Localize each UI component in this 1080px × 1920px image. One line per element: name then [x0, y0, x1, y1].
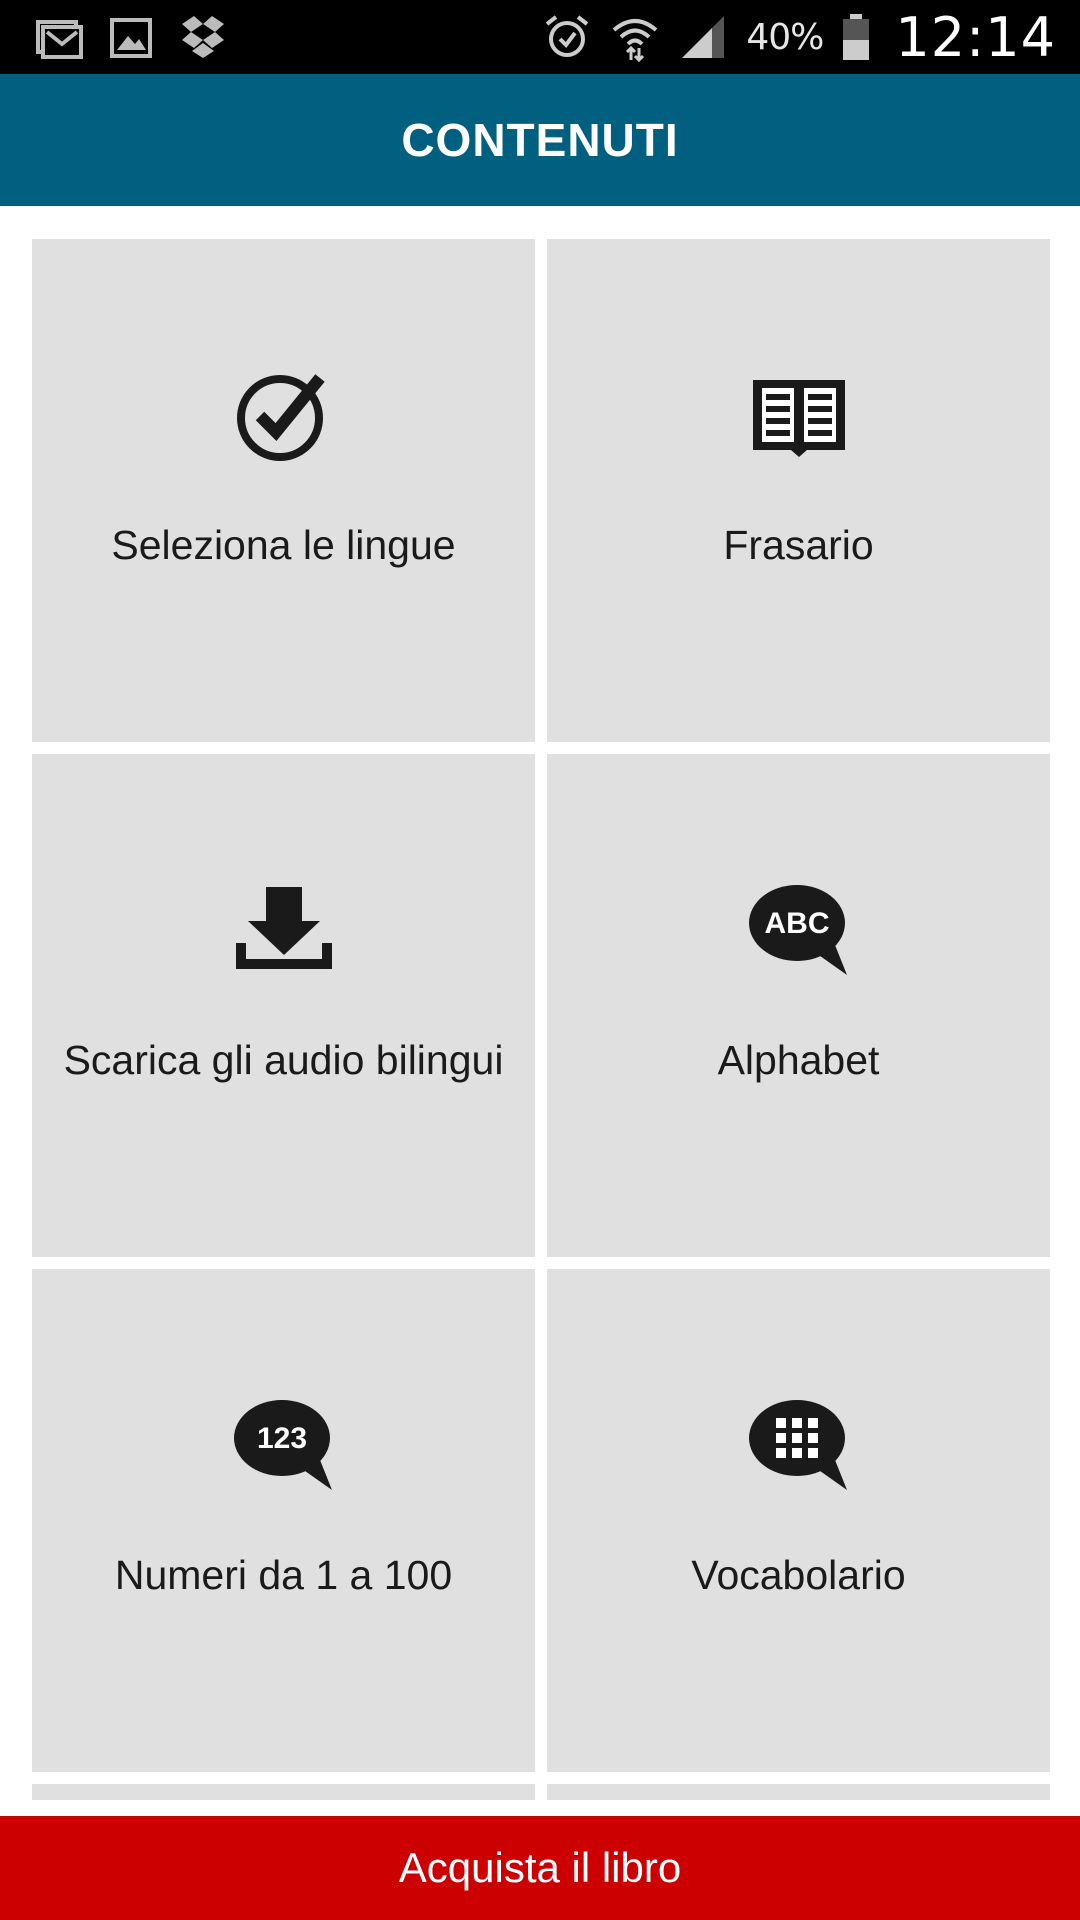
numbers-speech-bubble-icon: 123 — [233, 1400, 332, 1490]
tile-alphabet[interactable]: ABC Alphabet — [547, 754, 1050, 1257]
page-title: CONTENUTI — [401, 114, 679, 166]
notification-icons — [34, 12, 228, 62]
dropbox-icon — [182, 16, 224, 58]
tile-numbers[interactable]: 123 Numeri da 1 a 100 — [32, 1269, 535, 1772]
tile-vocabulary[interactable]: Vocabolario — [547, 1269, 1050, 1772]
signal-icon — [682, 16, 725, 58]
partial-tile[interactable] — [547, 1784, 1050, 1800]
app-bar: CONTENUTI — [0, 74, 1080, 206]
battery-icon — [843, 14, 870, 60]
buy-book-button[interactable]: Acquista il libro — [0, 1816, 1080, 1920]
buy-book-label: Acquista il libro — [398, 1844, 682, 1891]
clock: 12:14 — [895, 5, 1056, 69]
next-row-partial — [32, 1784, 1050, 1800]
alarm-icon — [546, 15, 589, 57]
abc-speech-bubble-icon: ABC — [748, 885, 847, 975]
tile-label: Frasario — [723, 522, 874, 568]
tile-label: Vocabolario — [691, 1552, 906, 1598]
tile-label: Scarica gli audio bilingui — [63, 1037, 504, 1083]
tile-label: Seleziona le lingue — [111, 522, 456, 568]
book-icon — [752, 380, 845, 457]
grid-speech-bubble-icon — [748, 1400, 847, 1490]
status-bar: 40% 12:14 — [0, 0, 1080, 74]
gallery-icon — [110, 18, 152, 58]
download-icon — [235, 887, 332, 969]
tile-select-languages[interactable]: Seleziona le lingue — [32, 239, 535, 742]
tile-label: Numeri da 1 a 100 — [114, 1552, 453, 1598]
tile-label: Alphabet — [717, 1037, 880, 1083]
tile-download-audio[interactable]: Scarica gli audio bilingui — [32, 754, 535, 1257]
wifi-icon — [613, 19, 658, 62]
checkmark-circle-icon — [236, 374, 325, 461]
gmail-icon — [36, 20, 83, 59]
bubble-text: ABC — [764, 907, 829, 940]
bubble-text: 123 — [256, 1422, 306, 1455]
contents-grid: Seleziona le lingue Frasario Scarica gli… — [32, 239, 1050, 1772]
system-status: 40% 12:14 — [542, 0, 1056, 74]
tile-phrasebook[interactable]: Frasario — [547, 239, 1050, 742]
partial-tile[interactable] — [32, 1784, 535, 1800]
battery-percentage: 40% — [746, 16, 824, 58]
